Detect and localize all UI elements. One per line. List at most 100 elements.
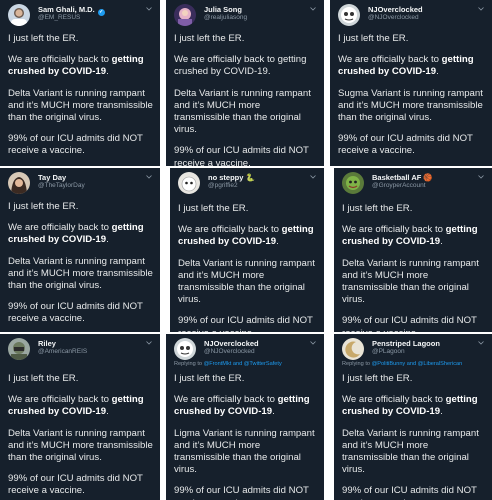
tweet-line: We are officially back to getting crushe… xyxy=(178,224,314,248)
tweet-card[interactable]: Sam Ghali, M.D. ✓ @EM_RESUS I just left t… xyxy=(0,0,160,166)
reply-mentions[interactable]: @PolitiBunny and @LiberalSherican xyxy=(372,361,463,367)
display-name[interactable]: Tay Day xyxy=(38,173,66,182)
display-name[interactable]: Julia Song xyxy=(204,5,242,14)
avatar[interactable] xyxy=(8,338,30,360)
tweet-line: We are officially back to getting crushe… xyxy=(338,54,474,78)
tweet-text: I just left the ER. We are officially ba… xyxy=(342,373,486,500)
tweet-line: I just left the ER. xyxy=(342,203,413,214)
username[interactable]: @pgriffie2 xyxy=(208,182,238,189)
tweet-header: NJOverclocked @NJOverclocked xyxy=(338,4,488,28)
tweet-line: 99% of our ICU admits did NOT receive a … xyxy=(178,315,313,332)
chevron-down-icon[interactable] xyxy=(478,340,484,346)
tweet-card[interactable]: Tay Day @TheTaylorDay I just left the ER… xyxy=(0,168,160,332)
tweet-line: I just left the ER. xyxy=(178,203,249,214)
username[interactable]: @AmericanREIS xyxy=(38,348,87,355)
avatar[interactable] xyxy=(174,338,196,360)
tweet-line: We are officially back to getting crushe… xyxy=(8,394,144,418)
tweet-line: I just left the ER. xyxy=(8,373,79,384)
tweet-line: We are officially back to getting crushe… xyxy=(174,54,307,78)
display-name[interactable]: Riley xyxy=(38,339,56,348)
display-name[interactable]: NJOverclocked xyxy=(368,5,423,14)
avatar[interactable] xyxy=(342,338,364,360)
tweet-text: I just left the ER. We are officially ba… xyxy=(338,33,486,166)
tweet-text: I just left the ER. We are officially ba… xyxy=(8,201,154,332)
tweet-line: We are officially back to getting crushe… xyxy=(342,394,478,418)
tweet-line: I just left the ER. xyxy=(338,33,409,44)
tweet-header: Penstriped Lagoon @PLagoon xyxy=(342,338,488,362)
tweet-line: 99% of our ICU admits did NOT receive a … xyxy=(338,133,473,157)
tweet-card[interactable]: no steppy 🐍 @pgriffie2 I just left the E… xyxy=(170,168,324,332)
chevron-down-icon[interactable] xyxy=(478,174,484,180)
tweet-text: I just left the ER. We are officially ba… xyxy=(342,203,486,332)
reply-prefix: Replying to xyxy=(342,361,370,367)
tweet-line: 99% of our ICU admits did NOT receive a … xyxy=(174,145,309,166)
display-name[interactable]: Basketball AF 🏀 xyxy=(372,173,433,182)
tweet-line: 99% of our ICU admits did NOT receive a … xyxy=(8,301,143,325)
username[interactable]: @NJOverclocked xyxy=(204,348,255,355)
basketball-emoji-icon: 🏀 xyxy=(423,173,433,182)
tweet-header: Riley @AmericanREIS xyxy=(8,338,156,362)
tweet-line: Ligma Variant is running rampant and it’… xyxy=(174,427,315,476)
tweet-line: We are officially back to getting crushe… xyxy=(8,54,144,78)
chevron-down-icon[interactable] xyxy=(146,6,152,12)
chevron-down-icon[interactable] xyxy=(146,174,152,180)
tweet-line: We are officially back to getting crushe… xyxy=(174,394,310,418)
display-name[interactable]: no steppy 🐍 xyxy=(208,173,255,182)
tweet-header: Basketball AF 🏀 @GroyperAccount xyxy=(342,172,488,196)
tweet-header: Julia Song @realjuliasong xyxy=(174,4,320,28)
tweet-line: Delta Variant is running rampant and it’… xyxy=(8,255,153,292)
reply-context: Replying to @PolitiBunny and @LiberalShe… xyxy=(342,361,462,367)
tweet-line: I just left the ER. xyxy=(342,373,413,384)
verified-badge-icon: ✓ xyxy=(97,9,105,16)
tweet-header: Tay Day @TheTaylorDay xyxy=(8,172,156,196)
meme-collage: Sam Ghali, M.D. ✓ @EM_RESUS I just left t… xyxy=(0,0,492,500)
tweet-text: I just left the ER. We are officially ba… xyxy=(174,33,318,166)
tweet-line: 99% of our ICU admits did NOT receive a … xyxy=(8,133,143,157)
tweet-card[interactable]: Julia Song @realjuliasong I just left th… xyxy=(166,0,324,166)
username[interactable]: @NJOverclocked xyxy=(368,14,419,21)
tweet-card[interactable]: Basketball AF 🏀 @GroyperAccount I just l… xyxy=(334,168,492,332)
snake-emoji-icon: 🐍 xyxy=(245,173,255,182)
tweet-line: 99% of our ICU admits did NOT receive a … xyxy=(342,485,477,500)
chevron-down-icon[interactable] xyxy=(478,6,484,12)
chevron-down-icon[interactable] xyxy=(310,340,316,346)
tweet-header: no steppy 🐍 @pgriffie2 xyxy=(178,172,320,196)
username[interactable]: @realjuliasong xyxy=(204,14,247,21)
tweet-line: 99% of our ICU admits did NOT receive a … xyxy=(8,473,143,497)
tweet-line: 99% of our ICU admits did NOT receive a … xyxy=(174,485,309,500)
chevron-down-icon[interactable] xyxy=(310,174,316,180)
reply-context: Replying to @FrontMkt and @TwitterSafety xyxy=(174,361,282,367)
avatar[interactable] xyxy=(338,4,360,26)
tweet-header: Sam Ghali, M.D. ✓ @EM_RESUS xyxy=(8,4,156,28)
tweet-card[interactable]: Penstriped Lagoon @PLagoon Replying to @… xyxy=(334,334,492,500)
tweet-line: We are officially back to getting crushe… xyxy=(8,222,144,246)
tweet-line: Delta Variant is running rampant and it’… xyxy=(8,87,153,124)
username[interactable]: @PLagoon xyxy=(372,348,405,355)
tweet-card[interactable]: Riley @AmericanREIS I just left the ER. … xyxy=(0,334,160,500)
chevron-down-icon[interactable] xyxy=(310,6,316,12)
username[interactable]: @EM_RESUS xyxy=(38,14,80,21)
avatar[interactable] xyxy=(174,4,196,26)
tweet-line: Delta Variant is running rampant and it’… xyxy=(342,427,479,476)
tweet-line: Sugma Variant is running rampant and it’… xyxy=(338,87,483,124)
tweet-line: Delta Variant is running rampant and it’… xyxy=(8,427,153,464)
tweet-card[interactable]: NJOverclocked @NJOverclocked Replying to… xyxy=(166,334,324,500)
username[interactable]: @GroyperAccount xyxy=(372,182,426,189)
avatar[interactable] xyxy=(178,172,200,194)
tweet-line: Delta Variant is running rampant and it’… xyxy=(342,257,479,306)
tweet-line: I just left the ER. xyxy=(174,33,245,44)
chevron-down-icon[interactable] xyxy=(146,340,152,346)
avatar[interactable] xyxy=(8,172,30,194)
tweet-line: I just left the ER. xyxy=(174,373,245,384)
tweet-card[interactable]: NJOverclocked @NJOverclocked I just left… xyxy=(330,0,492,166)
tweet-text: I just left the ER. We are officially ba… xyxy=(174,373,318,500)
reply-prefix: Replying to xyxy=(174,361,202,367)
tweet-line: We are officially back to getting crushe… xyxy=(342,224,478,248)
avatar[interactable] xyxy=(342,172,364,194)
tweet-line: I just left the ER. xyxy=(8,33,79,44)
display-name[interactable]: NJOverclocked xyxy=(204,339,259,348)
display-name[interactable]: Penstriped Lagoon xyxy=(372,339,440,348)
avatar[interactable] xyxy=(8,4,30,26)
username[interactable]: @TheTaylorDay xyxy=(38,182,85,189)
reply-mentions[interactable]: @FrontMkt and @TwitterSafety xyxy=(204,361,282,367)
